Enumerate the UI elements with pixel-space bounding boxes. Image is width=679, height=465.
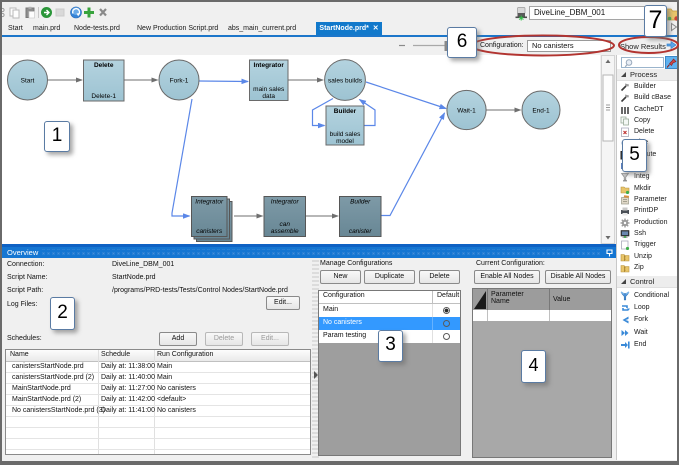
svg-text:Delete-1: Delete-1: [91, 93, 116, 100]
svg-text:canister: canister: [349, 228, 373, 235]
svg-text:canisters: canisters: [196, 228, 223, 235]
svg-text:assemble: assemble: [271, 228, 299, 235]
svg-text:Start: Start: [21, 78, 35, 85]
svg-text:Delete: Delete: [94, 62, 114, 69]
svg-text:can: can: [279, 221, 290, 228]
svg-text:End-1: End-1: [532, 108, 550, 115]
svg-text:model: model: [336, 138, 354, 145]
svg-text:Wait-1: Wait-1: [457, 108, 476, 115]
svg-text:Integrator: Integrator: [271, 199, 300, 206]
svg-text:Integrator: Integrator: [195, 199, 224, 206]
svg-text:data: data: [262, 93, 275, 100]
svg-text:build sales: build sales: [330, 131, 361, 138]
svg-text:main sales: main sales: [253, 86, 285, 93]
svg-text:Builder: Builder: [334, 108, 357, 115]
svg-text:sales builds: sales builds: [328, 78, 363, 85]
svg-text:Builder: Builder: [350, 199, 371, 206]
svg-text:Fork-1: Fork-1: [170, 78, 189, 85]
svg-text:Integrator: Integrator: [254, 62, 285, 69]
